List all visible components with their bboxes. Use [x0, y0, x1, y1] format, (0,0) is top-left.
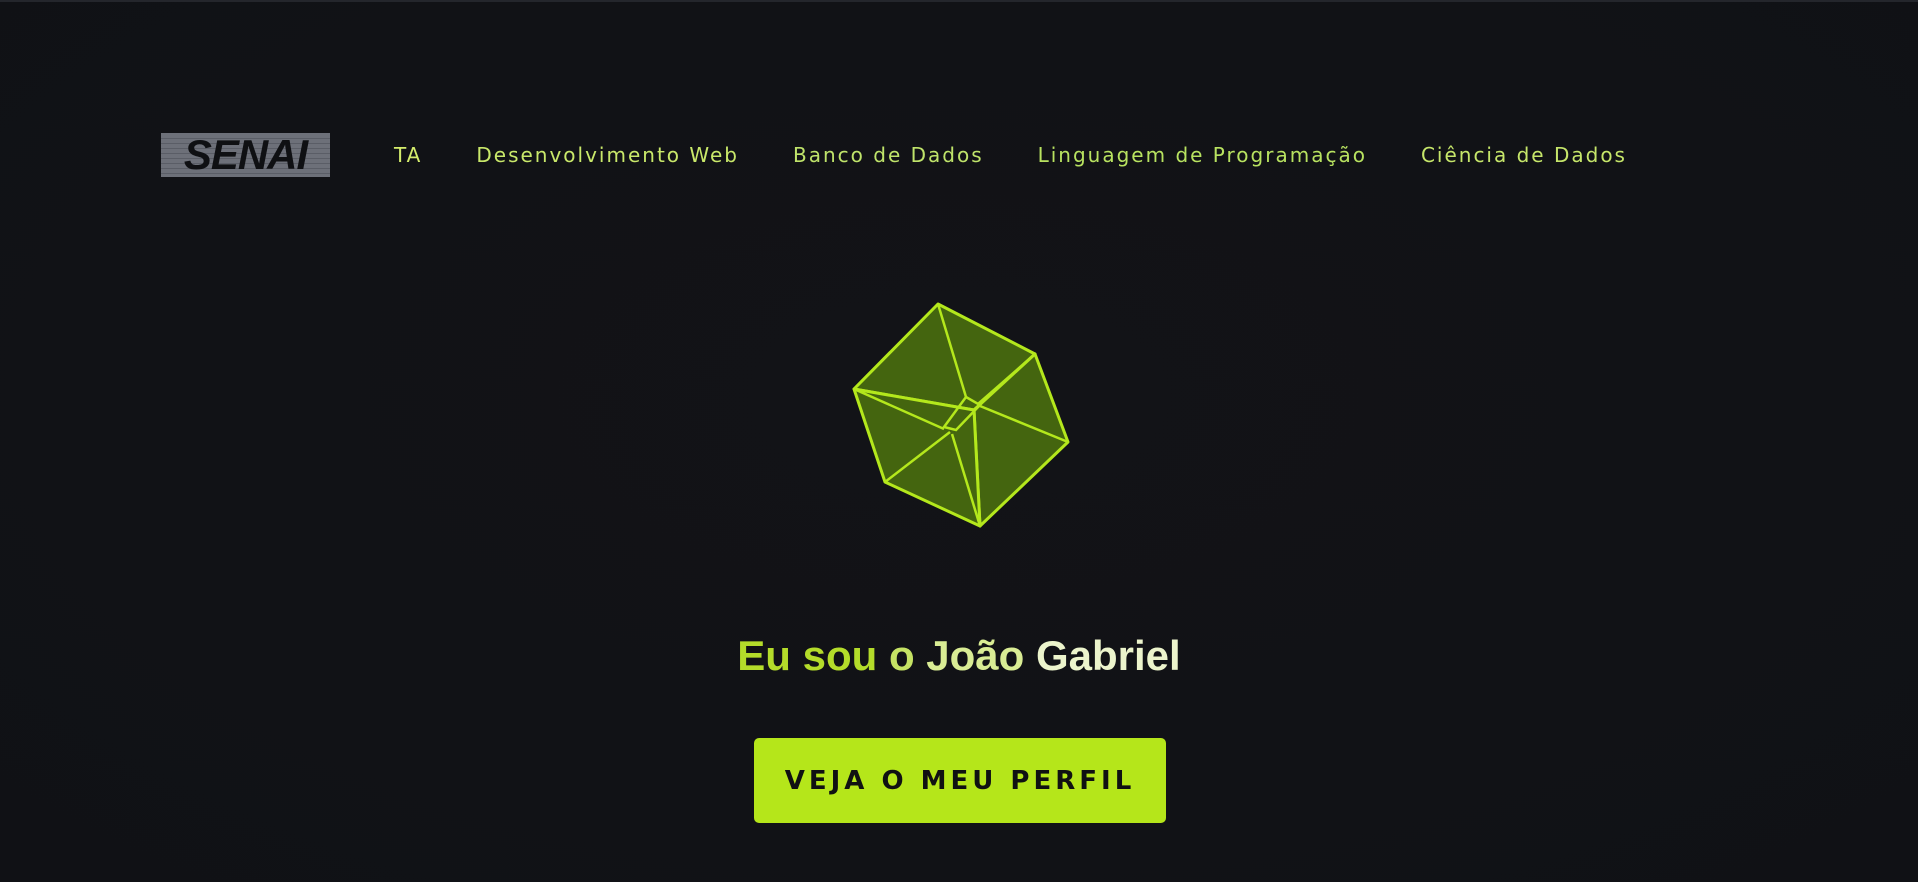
hero-title-word-1: Eu sou — [737, 632, 878, 679]
logo-text: SENAI — [183, 133, 308, 177]
hero-title-word-2: o — [888, 632, 915, 679]
nav-link-ta[interactable]: TA — [394, 143, 422, 167]
nav-link-banco-de-dados[interactable]: Banco de Dados — [793, 143, 984, 167]
hero-title-word-4: Gabriel — [1035, 632, 1181, 679]
nav-link-ciencia-de-dados[interactable]: Ciência de Dados — [1421, 143, 1627, 167]
window-top-border — [0, 0, 1918, 2]
hero-title-word-3: João — [926, 632, 1025, 679]
main-nav: SENAI TA Desenvolvimento Web Banco de Da… — [161, 132, 1627, 178]
nav-link-linguagem-de-programacao[interactable]: Linguagem de Programação — [1038, 143, 1367, 167]
view-profile-button[interactable]: VEJA O MEU PERFIL — [754, 738, 1166, 823]
senai-logo[interactable]: SENAI — [161, 133, 330, 177]
nav-links: TA Desenvolvimento Web Banco de Dados Li… — [394, 143, 1627, 167]
nav-link-desenvolvimento-web[interactable]: Desenvolvimento Web — [476, 143, 739, 167]
hero-title: Eu sou o João Gabriel — [0, 632, 1918, 680]
landing-page: SENAI TA Desenvolvimento Web Banco de Da… — [0, 0, 1918, 882]
cube-icon — [852, 302, 1070, 528]
